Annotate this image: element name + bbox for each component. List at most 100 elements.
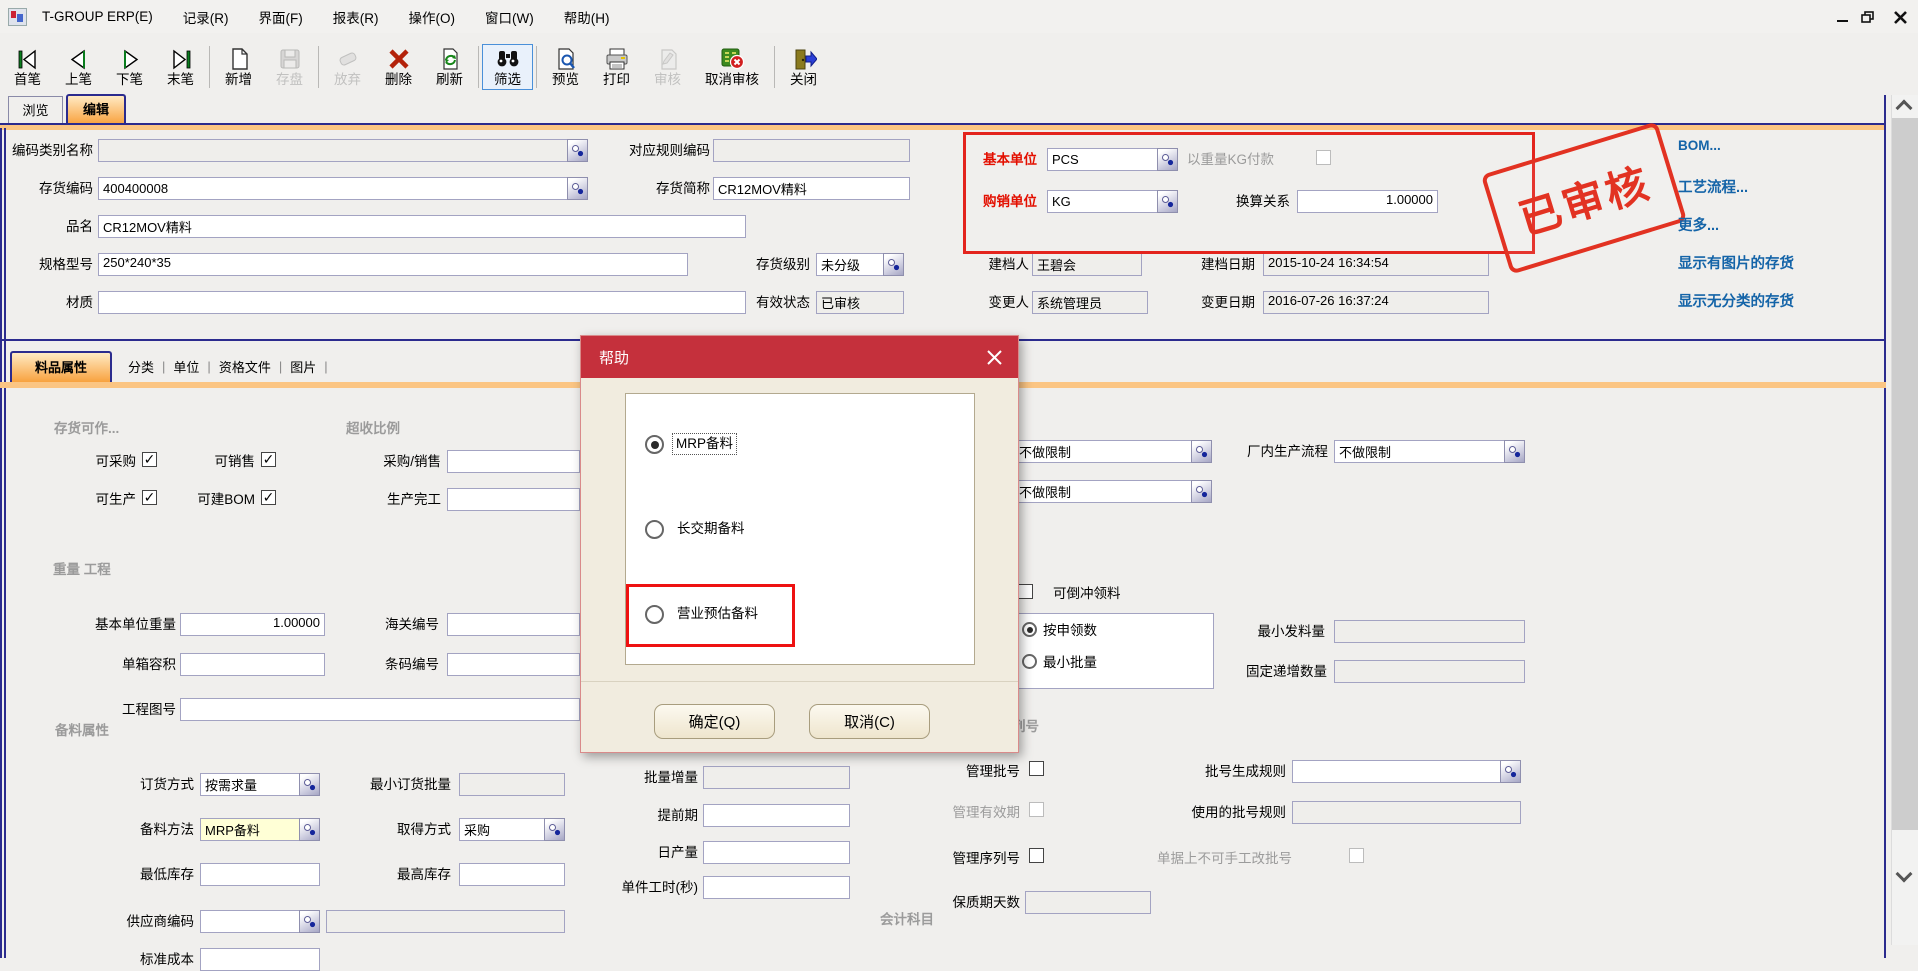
level-field[interactable] — [816, 253, 904, 276]
prep-method-field[interactable] — [200, 818, 320, 841]
trade-unit-input[interactable] — [1047, 190, 1157, 213]
supplier-code-input[interactable] — [200, 910, 299, 933]
customs-code-field[interactable] — [447, 613, 580, 636]
item-code-input[interactable] — [98, 177, 567, 200]
drawing-no-field[interactable] — [180, 698, 580, 721]
lookup-icon[interactable] — [299, 818, 320, 841]
delete-button[interactable]: 删除 — [373, 44, 424, 90]
max-stock-field[interactable] — [459, 863, 565, 886]
order-mode-field[interactable] — [200, 773, 320, 796]
menu-app[interactable]: T-GROUP ERP(E) — [27, 6, 168, 27]
long-leadtime-prep-radio[interactable] — [645, 520, 664, 539]
lookup-icon[interactable] — [1157, 148, 1178, 171]
new-button[interactable]: 新增 — [213, 44, 264, 90]
print-button[interactable]: 打印 — [591, 44, 642, 90]
menu-operation[interactable]: 操作(O) — [394, 4, 471, 30]
base-unit-input[interactable] — [1047, 148, 1157, 171]
level-input[interactable] — [816, 253, 883, 276]
close-form-button[interactable]: 关闭 — [778, 44, 829, 90]
purchasable-checkbox[interactable]: ✓ — [142, 452, 157, 467]
barcode-field[interactable] — [447, 653, 580, 676]
spec-field[interactable]: 250*240*35 — [98, 253, 688, 276]
restriction-field-2[interactable] — [1014, 480, 1212, 503]
item-code-field[interactable] — [98, 177, 588, 200]
sellable-checkbox[interactable]: ✓ — [261, 452, 276, 467]
link-show-unclassified[interactable]: 显示无分类的存货 — [1678, 290, 1794, 311]
mrp-prep-label[interactable]: MRP备料 — [673, 434, 736, 454]
factory-flow-input[interactable] — [1334, 440, 1504, 463]
manage-serial-checkbox[interactable] — [1029, 848, 1044, 863]
restriction-input-2[interactable] — [1014, 480, 1191, 503]
base-unit-weight-field[interactable]: 1.00000 — [180, 613, 325, 636]
lookup-icon[interactable] — [544, 818, 565, 841]
tab-category[interactable]: 分类 — [120, 357, 162, 376]
next-record-button[interactable]: 下笔 — [104, 44, 155, 90]
menu-window[interactable]: 窗口(W) — [470, 4, 549, 30]
producible-checkbox[interactable]: ✓ — [142, 490, 157, 505]
tab-picture[interactable]: 图片 — [282, 357, 324, 376]
box-volume-field[interactable] — [180, 653, 325, 676]
lookup-icon[interactable] — [299, 910, 320, 933]
close-window-button[interactable] — [1890, 8, 1910, 26]
restore-button[interactable] — [1858, 8, 1878, 26]
link-more[interactable]: 更多... — [1678, 214, 1719, 235]
lookup-icon[interactable] — [1504, 440, 1525, 463]
backflush-checkbox[interactable] — [1018, 584, 1033, 599]
manage-batch-checkbox[interactable] — [1029, 761, 1044, 776]
last-record-button[interactable]: 末笔 — [155, 44, 206, 90]
trade-unit-field[interactable] — [1047, 190, 1178, 213]
std-cost-field[interactable] — [200, 948, 320, 971]
batch-rule-input[interactable] — [1292, 760, 1500, 783]
prev-record-button[interactable]: 上笔 — [53, 44, 104, 90]
long-leadtime-prep-label[interactable]: 长交期备料 — [677, 519, 745, 539]
lookup-icon[interactable] — [883, 253, 904, 276]
scrollbar-thumb[interactable] — [1892, 118, 1918, 830]
lead-time-field[interactable] — [703, 804, 850, 827]
filter-button[interactable]: 筛选 — [482, 44, 533, 90]
factory-flow-field[interactable] — [1334, 440, 1525, 463]
lookup-icon[interactable] — [1157, 190, 1178, 213]
production-finish-ratio-field[interactable] — [447, 488, 580, 511]
tab-qualification[interactable]: 资格文件 — [211, 357, 279, 376]
lookup-icon[interactable] — [567, 139, 588, 162]
menu-help[interactable]: 帮助(H) — [549, 4, 625, 30]
code-category-input[interactable] — [98, 139, 567, 162]
lookup-icon[interactable] — [299, 773, 320, 796]
mrp-prep-radio[interactable] — [645, 435, 664, 454]
lookup-icon[interactable] — [567, 177, 588, 200]
cancel-audit-button[interactable]: 取消审核 — [693, 44, 771, 90]
acquire-mode-field[interactable] — [459, 818, 565, 841]
refresh-button[interactable]: 刷新 — [424, 44, 475, 90]
first-record-button[interactable]: 首笔 — [2, 44, 53, 90]
restriction-input-1[interactable] — [1014, 440, 1191, 463]
link-show-with-pictures[interactable]: 显示有图片的存货 — [1678, 252, 1794, 273]
purchase-sale-ratio-field[interactable] — [447, 450, 580, 473]
tab-edit[interactable]: 编辑 — [66, 94, 126, 124]
can-build-bom-checkbox[interactable]: ✓ — [261, 490, 276, 505]
order-mode-input[interactable] — [200, 773, 299, 796]
batch-rule-field[interactable] — [1292, 760, 1521, 783]
menu-record[interactable]: 记录(R) — [168, 4, 244, 30]
tab-item-attributes[interactable]: 料品属性 — [10, 351, 112, 382]
by-request-radio[interactable] — [1022, 622, 1037, 637]
menu-report[interactable]: 报表(R) — [318, 4, 394, 30]
lookup-icon[interactable] — [1500, 760, 1521, 783]
minimize-button[interactable] — [1832, 8, 1852, 26]
link-process[interactable]: 工艺流程... — [1678, 176, 1748, 197]
base-unit-field[interactable] — [1047, 148, 1178, 171]
tab-unit[interactable]: 单位 — [165, 357, 207, 376]
tab-browse[interactable]: 浏览 — [8, 96, 63, 124]
lookup-icon[interactable] — [1191, 480, 1212, 503]
item-name-field[interactable]: CR12MOV精料 — [98, 215, 746, 238]
preview-button[interactable]: 预览 — [540, 44, 591, 90]
restriction-field-1[interactable] — [1014, 440, 1212, 463]
min-batch-radio[interactable] — [1022, 654, 1037, 669]
help-dialog-titlebar[interactable]: 帮助 — [581, 336, 1018, 378]
link-bom[interactable]: BOM... — [1678, 138, 1721, 153]
dialog-close-button[interactable] — [982, 345, 1006, 369]
ok-button[interactable]: 确定(Q) — [654, 704, 775, 739]
code-category-field[interactable] — [98, 139, 588, 162]
unit-hours-field[interactable] — [703, 876, 850, 899]
menu-interface[interactable]: 界面(F) — [244, 4, 318, 30]
prep-method-input[interactable] — [200, 818, 299, 841]
